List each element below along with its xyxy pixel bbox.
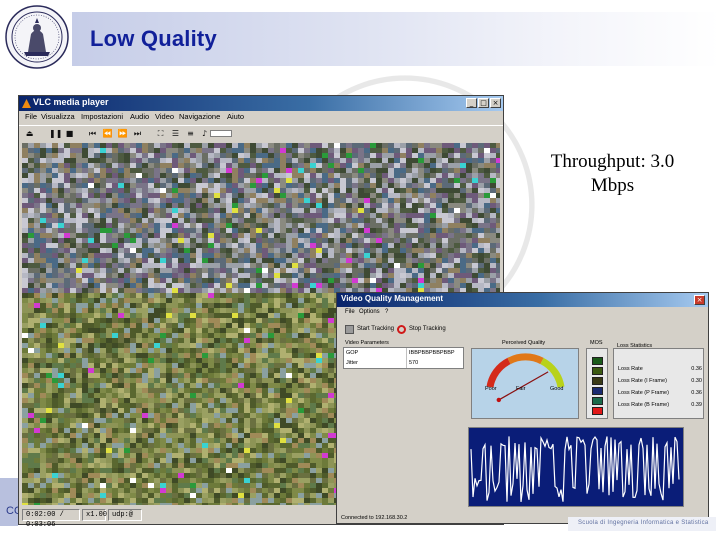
menu-settings[interactable]: Impostazioni [81,112,123,121]
gauge-label-fair: Fair [516,386,526,392]
vqm-menubar: File Options ? [337,308,708,319]
video-parameters-list: GOP IBBPBBPBBPBBP Jitter 570 [343,347,464,369]
quality-trace-line [470,435,680,502]
quality-trace [470,435,680,502]
menu-help[interactable]: Aiuto [227,112,244,121]
footer-accent-bar [0,478,18,526]
start-tracking-button[interactable]: Start Tracking [345,324,394,335]
loss-row: Loss Rate (P Frame) 0.36 [618,389,702,397]
eject-icon[interactable]: ⏏ [24,128,35,139]
menu-video[interactable]: Video [155,112,174,121]
settings-icon[interactable]: ≡ [185,128,196,139]
playlist-icon[interactable]: ☰ [170,128,181,139]
loss-key: Loss Rate (I Frame) [618,378,667,384]
menu-audio[interactable]: Audio [130,112,149,121]
loss-row: Loss Rate (B Frame) 0.39 [618,401,702,409]
minimize-button[interactable]: _ [466,98,477,108]
vqm-toolbar: Start Tracking Stop Tracking [337,322,708,337]
vqm-window-title: Video Quality Management [341,294,444,303]
fast-forward-icon[interactable]: ⏩ [117,128,128,139]
volume-icon[interactable]: ♪ [199,128,210,139]
gauge-dial [486,353,565,403]
gauge-label-good: Good [550,386,564,392]
loss-value: 0.36 [691,390,702,396]
status-source: udp:@ [108,509,142,521]
vlc-titlebar[interactable]: VLC media player _ □ × [19,96,503,111]
mos-square [592,367,603,375]
gauge-label-poor: Poor [485,386,497,392]
param-value: 570 [406,358,418,368]
throughput-label: Throughput: 3.0 Mbps [530,150,695,198]
throughput-value: Throughput: 3.0 [550,151,675,172]
menu-file[interactable]: File [25,112,37,121]
next-icon[interactable]: ⏭ [132,128,143,139]
prev-icon[interactable]: ⏮ [87,128,98,139]
mos-square [592,377,603,385]
vlc-window-title: VLC media player [33,97,109,107]
video-parameters-label: Video Parameters [345,340,389,346]
param-row[interactable]: Jitter 570 [344,358,463,368]
university-seal-logo [5,5,69,69]
loss-value: 0.30 [691,378,702,384]
loss-key: Loss Rate (B Frame) [618,402,670,408]
mos-label: MOS [590,340,603,346]
rewind-icon[interactable]: ⏪ [102,128,113,139]
vlc-menubar: File Visualizza Impostazioni Audio Video… [19,111,503,125]
mos-square [592,397,603,405]
menu-view[interactable]: Visualizza [41,112,75,121]
quality-gauge: Poor Fair Good [471,348,579,419]
param-row[interactable]: GOP IBBPBBPBBPBBP [344,348,463,358]
perceived-quality-label: Perceived Quality [502,340,546,346]
mos-indicator [586,348,608,419]
loss-key: Loss Rate (P Frame) [618,390,669,396]
fullscreen-icon[interactable]: ⛶ [155,128,166,139]
stop-icon[interactable]: ■ [64,128,75,139]
stop-tracking-button[interactable]: Stop Tracking [397,324,446,335]
mos-square [592,357,603,365]
page-title: Low Quality [90,26,217,51]
loss-statistics-panel: Loss Rate 0.36 Loss Rate (I Frame) 0.30 … [613,348,704,419]
mos-square [592,387,603,395]
param-value: IBBPBBPBBPBBP [406,348,455,358]
vqm-menu-options[interactable]: Options [359,309,380,315]
quality-time-graph [468,427,684,507]
volume-slider[interactable] [210,130,232,137]
start-tracking-icon [345,325,354,334]
mos-square [592,407,603,415]
vqm-titlebar[interactable]: Video Quality Management × [337,293,708,307]
loss-row: Loss Rate (I Frame) 0.30 [618,377,702,385]
vqm-close-button[interactable]: × [694,295,705,305]
bottom-banner-text: Scuola di Ingegneria Informatica e Stati… [578,520,709,526]
loss-value: 0.39 [691,402,702,408]
vlc-toolbar: ⏏ ❚❚ ■ ⏮ ⏪ ⏩ ⏭ ⛶ ☰ ≡ ♪ [19,125,503,141]
status-time: 0:02:00 / 0:03:06 [22,509,80,529]
vqm-window: Video Quality Management × File Options … [336,292,709,524]
vqm-menu-help[interactable]: ? [385,309,388,315]
play-icon[interactable]: ❚❚ [49,128,62,139]
vlc-cone-icon [22,99,31,108]
loss-row: Loss Rate 0.36 [618,365,702,373]
loss-value: 0.36 [691,366,702,372]
gauge-needle-tip [496,397,502,403]
param-key: GOP [346,350,359,356]
throughput-unit: Mbps [590,175,635,196]
stop-tracking-label: Stop Tracking [409,326,446,332]
param-key: Jitter [346,360,358,366]
slide: Low Quality Throughput: 3.0 Mbps CO VLC … [0,0,720,540]
stop-tracking-icon [397,325,406,334]
status-speed: x1.00 [82,509,107,521]
maximize-button[interactable]: □ [478,98,489,108]
vqm-menu-file[interactable]: File [345,309,355,315]
start-tracking-label: Start Tracking [357,326,395,332]
close-button[interactable]: × [490,98,501,108]
menu-navigation[interactable]: Navigazione [179,112,220,121]
loss-key: Loss Rate [618,366,643,372]
